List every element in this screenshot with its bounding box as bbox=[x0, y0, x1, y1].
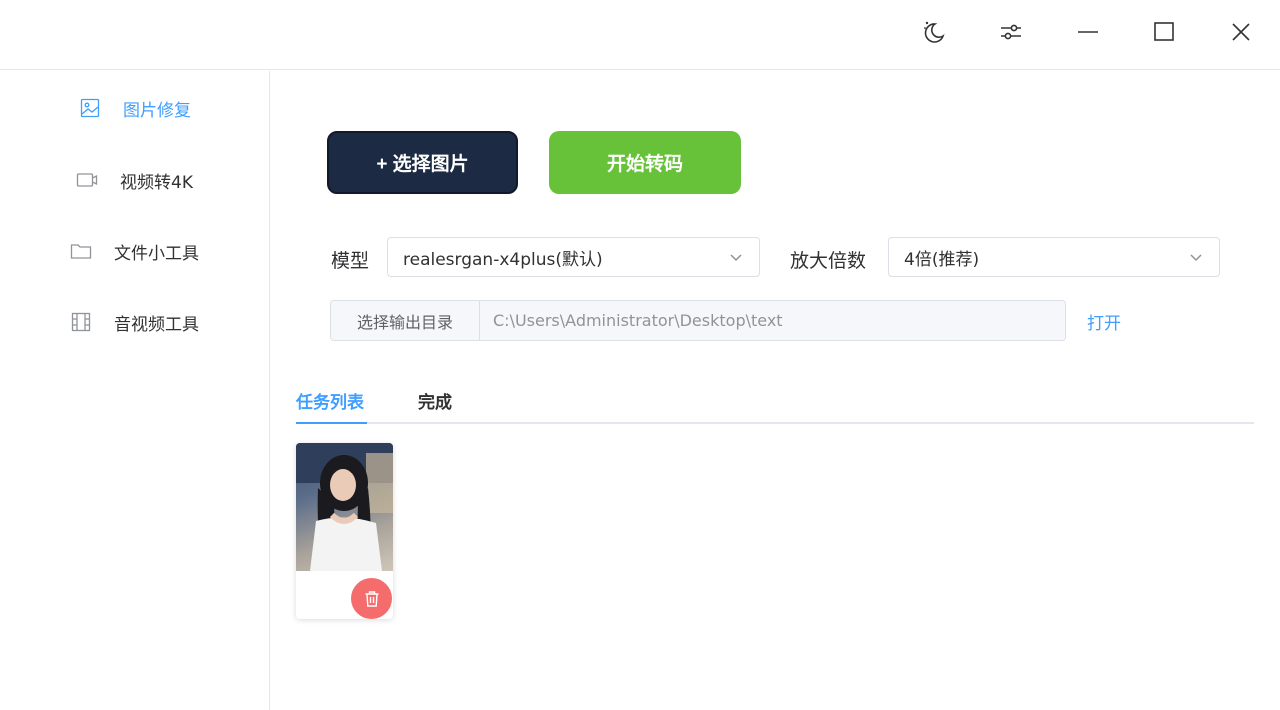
sidebar-item-image-repair[interactable]: 图片修复 bbox=[0, 83, 269, 133]
title-bar bbox=[0, 0, 1280, 70]
sidebar-item-label: 视频转4K bbox=[120, 172, 193, 193]
sidebar: 图片修复 视频转4K 文件小工具 音视频工具 bbox=[0, 71, 270, 710]
model-select-value: realesrgan-x4plus(默认) bbox=[403, 249, 603, 270]
sidebar-item-video-4k[interactable]: 视频转4K bbox=[0, 155, 269, 205]
video-icon bbox=[76, 169, 98, 191]
sidebar-item-label: 文件小工具 bbox=[114, 243, 199, 264]
sidebar-item-av-tools[interactable]: 音视频工具 bbox=[0, 297, 269, 347]
close-icon[interactable] bbox=[1221, 12, 1261, 52]
scale-select[interactable]: 4倍(推荐) bbox=[888, 237, 1220, 277]
image-icon bbox=[79, 97, 101, 119]
model-select[interactable]: realesrgan-x4plus(默认) bbox=[387, 237, 760, 277]
sliders-icon[interactable] bbox=[991, 12, 1031, 52]
folder-icon bbox=[70, 240, 92, 262]
sidebar-item-label: 音视频工具 bbox=[114, 314, 199, 335]
output-path-input[interactable] bbox=[480, 301, 1065, 340]
select-output-dir-button[interactable]: 选择输出目录 bbox=[331, 301, 480, 340]
sidebar-item-file-tools[interactable]: 文件小工具 bbox=[0, 226, 269, 276]
maximize-icon[interactable] bbox=[1144, 12, 1184, 52]
chevron-down-icon bbox=[729, 250, 743, 264]
chevron-down-icon bbox=[1189, 250, 1203, 264]
delete-task-button[interactable] bbox=[351, 578, 392, 619]
output-dir-group: 选择输出目录 bbox=[330, 300, 1066, 341]
moon-icon[interactable] bbox=[914, 12, 954, 52]
scale-select-value: 4倍(推荐) bbox=[904, 249, 980, 270]
minimize-icon[interactable] bbox=[1068, 12, 1108, 52]
tab-task-list[interactable]: 任务列表 bbox=[296, 388, 364, 413]
tab-active-indicator bbox=[296, 422, 367, 424]
tabs-divider bbox=[296, 422, 1254, 424]
select-image-button[interactable]: + 选择图片 bbox=[327, 131, 518, 194]
sidebar-item-label: 图片修复 bbox=[123, 100, 191, 121]
start-transcode-button[interactable]: 开始转码 bbox=[549, 131, 741, 194]
portrait-photo bbox=[296, 443, 393, 571]
model-label: 模型 bbox=[331, 250, 370, 272]
tab-completed[interactable]: 完成 bbox=[418, 388, 452, 413]
task-tabs: 任务列表 完成 bbox=[296, 376, 1254, 424]
trash-icon bbox=[365, 590, 378, 607]
scale-label: 放大倍数 bbox=[790, 250, 867, 272]
film-icon bbox=[70, 311, 92, 333]
task-card bbox=[296, 443, 393, 619]
open-folder-link[interactable]: 打开 bbox=[1087, 309, 1121, 334]
main-panel: + 选择图片 开始转码 模型 realesrgan-x4plus(默认) 放大倍… bbox=[270, 71, 1280, 710]
